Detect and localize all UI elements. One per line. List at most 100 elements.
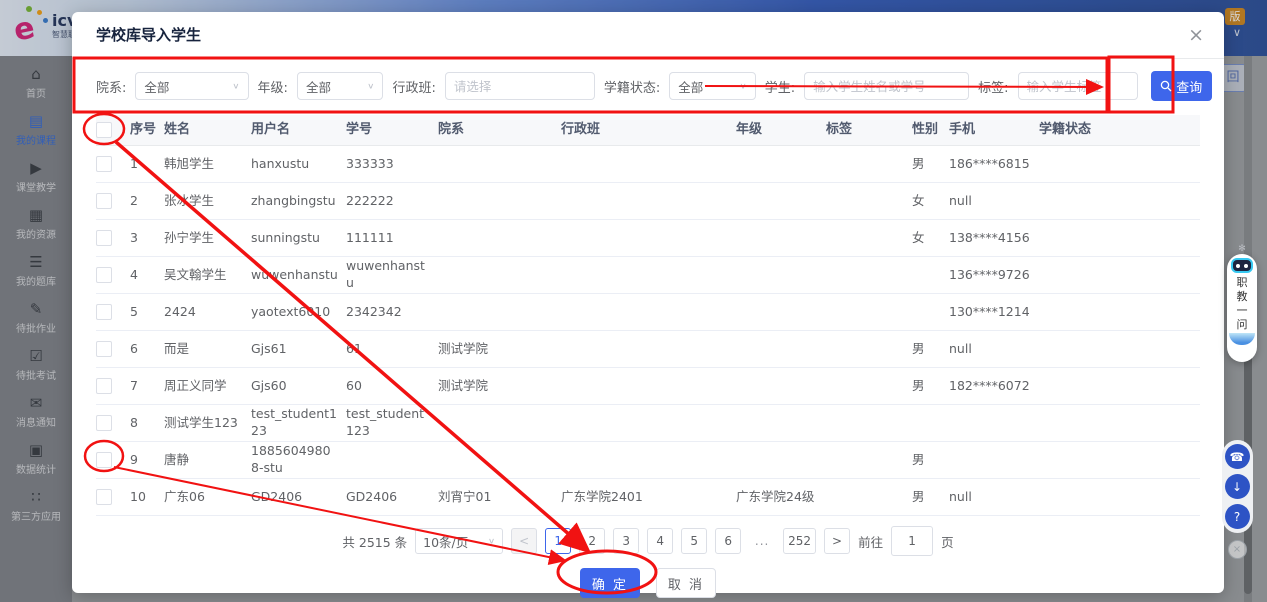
row-checkbox[interactable] (96, 304, 112, 320)
assistant-label: 职教一问 (1237, 276, 1248, 331)
cell-class: 广东学院2401 (561, 489, 736, 506)
row-checkbox[interactable] (96, 489, 112, 505)
cell-phone: 136****9726 (949, 267, 1039, 284)
page-button[interactable]: 4 (647, 528, 673, 554)
pagination: 共 2515 条 10条/页 ∨ < 123456...252 > 前往 页 (72, 522, 1224, 560)
cell-name: 而是 (164, 341, 251, 358)
page-button[interactable]: 2 (579, 528, 605, 554)
select-all-checkbox[interactable] (96, 122, 112, 138)
collapse-widgets-icon[interactable]: × (1228, 540, 1247, 559)
cell-phone: 138****4156 (949, 230, 1039, 247)
import-students-dialog: 学校库导入学生 × 院系: 全部 ∨ 年级: 全部 ∨ 行政班: 学籍状态: 全… (72, 12, 1224, 593)
cell-username: sunningstu (251, 230, 346, 247)
dialog-title: 学校库导入学生 (72, 12, 1224, 59)
cell-username: Gjs61 (251, 341, 346, 358)
cell-student-no: 2342342 (346, 304, 438, 321)
download-icon[interactable]: ↓ (1225, 474, 1250, 499)
cell-username: test_student123 (251, 406, 346, 440)
row-checkbox[interactable] (96, 452, 112, 468)
cell-index: 8 (130, 415, 164, 432)
page-button[interactable]: 5 (681, 528, 707, 554)
page-button[interactable]: 3 (613, 528, 639, 554)
row-checkbox[interactable] (96, 156, 112, 172)
wave-decoration (1229, 333, 1255, 345)
status-select-value: 全部 (678, 77, 703, 96)
cell-index: 3 (130, 230, 164, 247)
cell-index: 4 (130, 267, 164, 284)
cell-username: zhangbingstu (251, 193, 346, 210)
cell-phone: 130****1214 (949, 304, 1039, 321)
table-row: 7 周正义同学 Gjs60 60 测试学院 男 182****6072 (96, 368, 1200, 405)
search-button[interactable]: 查询 (1151, 71, 1212, 101)
row-checkbox[interactable] (96, 193, 112, 209)
row-checkbox[interactable] (96, 415, 112, 431)
cell-index: 7 (130, 378, 164, 395)
column-header: 学号 (346, 121, 438, 139)
grade-select[interactable]: 全部 ∨ (297, 72, 384, 100)
table-body: 1 韩旭学生 hanxustu 333333 男 186****6815 2 (96, 146, 1200, 516)
cell-phone: null (949, 193, 1039, 210)
search-icon (1160, 80, 1172, 92)
row-checkbox[interactable] (96, 378, 112, 394)
row-checkbox[interactable] (96, 230, 112, 246)
column-header: 院系 (438, 121, 561, 139)
chevron-down-icon: ∨ (488, 537, 495, 546)
cell-index: 9 (130, 452, 164, 469)
row-checkbox[interactable] (96, 341, 112, 357)
help-icon[interactable]: ? (1225, 504, 1250, 529)
cell-name: 孙宁学生 (164, 230, 251, 247)
page-button[interactable]: ... (749, 528, 775, 554)
cell-gender: 女 (912, 230, 949, 247)
cell-phone: null (949, 489, 1039, 506)
dept-select[interactable]: 全部 ∨ (135, 72, 248, 100)
table-row: 1 韩旭学生 hanxustu 333333 男 186****6815 (96, 146, 1200, 183)
filter-bar: 院系: 全部 ∨ 年级: 全部 ∨ 行政班: 学籍状态: 全部 ∨ 学生: 标签… (72, 59, 1224, 113)
status-select[interactable]: 全部 ∨ (669, 72, 756, 100)
customer-service-icon[interactable]: ☎ (1225, 444, 1250, 469)
tag-input[interactable] (1018, 72, 1138, 100)
table-row: 2 张冰学生 zhangbingstu 222222 女 null (96, 183, 1200, 220)
cell-gender: 男 (912, 156, 949, 173)
table-row: 10 广东06 GD2406 GD2406 刘宵宁01 广东学院2401 广东学… (96, 479, 1200, 516)
next-page-button[interactable]: > (824, 528, 850, 554)
goto-page-input[interactable] (891, 526, 933, 556)
confirm-button[interactable]: 确 定 (580, 568, 640, 598)
goto-label: 前往 (858, 532, 883, 551)
chevron-down-icon: ∨ (367, 82, 374, 91)
cell-student-no: 111111 (346, 230, 438, 247)
column-header: 性别 (912, 121, 949, 139)
status-filter-label: 学籍状态: (604, 77, 660, 96)
page-button[interactable]: 252 (783, 528, 816, 554)
cell-name: 张冰学生 (164, 193, 251, 210)
class-input[interactable] (445, 72, 595, 100)
table-row: 4 吴文翰学生 wuwenhanstu wuwenhanstu 136****9… (96, 257, 1200, 294)
table-header-row: 序号姓名用户名学号院系行政班年级标签性别手机学籍状态 (96, 115, 1200, 146)
cell-grade: 广东学院24级 (736, 489, 826, 506)
column-header: 手机 (949, 121, 1039, 139)
cell-name: 吴文翰学生 (164, 267, 251, 284)
page-button[interactable]: 6 (715, 528, 741, 554)
table-row: 3 孙宁学生 sunningstu 111111 女 138****4156 (96, 220, 1200, 257)
cell-name: 广东06 (164, 489, 251, 506)
cell-dept: 刘宵宁01 (438, 489, 561, 506)
row-checkbox[interactable] (96, 267, 112, 283)
goto-suffix: 页 (941, 532, 954, 551)
page-size-value: 10条/页 (423, 532, 468, 551)
cell-student-no: wuwenhanstu (346, 258, 438, 292)
assistant-widget[interactable]: ✻ 职教一问 (1226, 244, 1258, 362)
close-icon[interactable]: × (1188, 26, 1204, 45)
page-button[interactable]: 1 (545, 528, 571, 554)
prev-page-button[interactable]: < (511, 528, 537, 554)
cell-phone: null (949, 341, 1039, 358)
student-search-input[interactable] (804, 72, 969, 100)
cancel-button[interactable]: 取 消 (656, 568, 716, 598)
table-row: 9 唐静 18856049808-stu 男 (96, 442, 1200, 479)
page-size-select[interactable]: 10条/页 ∨ (415, 528, 503, 554)
cell-index: 5 (130, 304, 164, 321)
students-table: 序号姓名用户名学号院系行政班年级标签性别手机学籍状态 1 韩旭学生 hanxus… (96, 115, 1200, 516)
cell-name: 周正义同学 (164, 378, 251, 395)
cell-student-no: 222222 (346, 193, 438, 210)
table-row: 8 测试学生123 test_student123 test_student12… (96, 405, 1200, 442)
cell-username: GD2406 (251, 489, 346, 506)
chevron-down-icon: ∨ (232, 82, 239, 91)
